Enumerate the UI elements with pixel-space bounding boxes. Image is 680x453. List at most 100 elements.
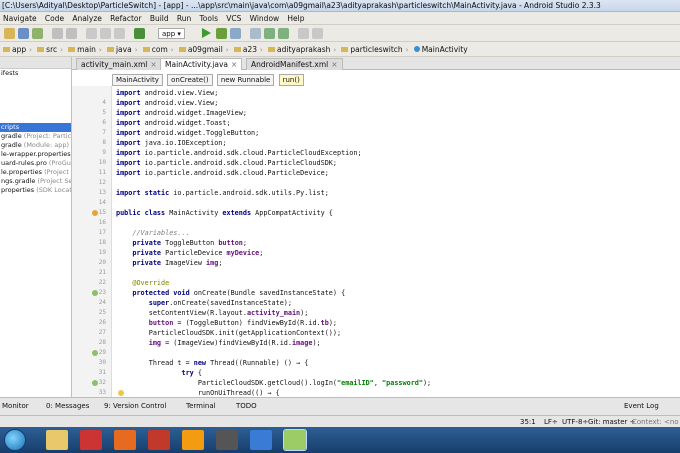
copy-icon[interactable] [100,28,111,39]
pcloud-icon[interactable] [148,430,170,450]
menu-run[interactable]: Run [174,12,194,24]
media-player-icon[interactable] [80,430,102,450]
tree-item[interactable]: le-wrapper.properties (G [0,150,71,159]
profile-icon[interactable] [250,28,261,39]
lightbulb-icon[interactable] [118,390,124,396]
tree-item[interactable] [0,78,71,87]
menu-build[interactable]: Build [147,12,172,24]
code-line[interactable]: ParticleCloudSDK.getCloud().logIn("email… [116,378,431,388]
code-line[interactable]: @Override [116,278,169,288]
line-separator[interactable]: LF÷ [544,418,558,426]
code-line[interactable]: button = (ToggleButton) findViewById(R.i… [116,318,337,328]
breadcrumb-a09gmail[interactable]: a09gmail [176,45,226,54]
breadcrumb-src[interactable]: src [34,45,60,54]
debug-icon[interactable] [216,28,227,39]
method-crumb[interactable]: new Runnable [216,74,275,86]
tree-item[interactable]: properties (SDK Locati [0,186,71,195]
windows-start-icon[interactable] [4,429,26,451]
save-icon[interactable] [18,28,29,39]
menu-analyze[interactable]: Analyze [69,12,105,24]
menu-navigate[interactable]: Navigate [0,12,40,24]
redo-icon[interactable] [66,28,77,39]
tree-item[interactable]: ngs.gradle (Project Sett [0,177,71,186]
code-line[interactable]: private ImageView img; [116,258,222,268]
tree-item[interactable]: cripts [0,123,71,132]
help-icon[interactable] [312,28,323,39]
tool-monitor[interactable]: Monitor [2,402,29,410]
firefox-icon[interactable] [114,430,136,450]
file-encoding[interactable]: UTF-8÷ [562,418,588,426]
tool-version-control[interactable]: 9: Version Control [104,402,166,410]
breadcrumb-app[interactable]: app [0,45,29,54]
make-project-icon[interactable] [134,28,145,39]
override-marker-icon[interactable] [92,290,98,296]
code-line[interactable]: private ParticleDevice myDevice; [116,248,263,258]
tree-item[interactable]: uard-rules.pro (ProGu [0,159,71,168]
code-editor[interactable]: MainActivity onCreate() new Runnable run… [72,70,680,397]
breadcrumb-a23[interactable]: a23 [231,45,260,54]
code-line[interactable]: ParticleCloudSDK.init(getApplicationCont… [116,328,341,338]
terminal-icon[interactable] [250,430,272,450]
code-line[interactable]: public class MainActivity extends AppCom… [116,208,333,218]
module-select[interactable]: app ▾ [158,28,185,39]
undo-icon[interactable] [52,28,63,39]
code-line[interactable]: setContentView(R.layout.activity_main); [116,308,309,318]
android-studio-icon[interactable] [283,429,307,451]
open-icon[interactable] [4,28,15,39]
code-line[interactable]: import android.widget.Toast; [116,118,231,128]
tab-activity-main-xml[interactable]: activity_main.xml × [76,58,162,70]
tree-item[interactable]: gradle (Project: Partic [0,132,71,141]
code-line[interactable]: private ToggleButton button; [116,238,247,248]
tool-messages[interactable]: 0: Messages [46,402,89,410]
tree-item[interactable] [0,96,71,105]
code-line[interactable]: import android.view.View; [116,88,218,98]
close-icon[interactable]: × [150,60,156,69]
code-line[interactable]: Thread t = new Thread((Runnable) () → { [116,358,309,368]
code-line[interactable]: protected void onCreate(Bundle savedInst… [116,288,345,298]
breadcrumb-particleswitch[interactable]: particleswitch [338,45,405,54]
close-icon[interactable]: × [331,60,337,69]
tree-item[interactable] [0,114,71,123]
paste-icon[interactable] [114,28,125,39]
menu-tools[interactable]: Tools [197,12,221,24]
tree-item[interactable]: ifests [0,69,71,78]
breadcrumb-main[interactable]: main [65,45,99,54]
menu-vcs[interactable]: VCS [223,12,244,24]
tab-main-activity-java[interactable]: MainActivity.java × [160,58,243,70]
code-line[interactable]: runOnUiThread(() → { [116,388,280,397]
search-everywhere-icon[interactable] [298,28,309,39]
caret-position[interactable]: 35:1 [520,418,536,426]
menu-code[interactable]: Code [42,12,67,24]
git-branch[interactable]: Git: master ÷ [588,418,635,426]
tree-item[interactable]: le.properties (Project P [0,168,71,177]
sync-icon[interactable] [32,28,43,39]
code-line[interactable]: import android.widget.ImageView; [116,108,247,118]
tool-event-log[interactable]: Event Log [624,402,659,410]
tab-android-manifest-xml[interactable]: AndroidManifest.xml × [246,58,343,70]
code-line[interactable]: import android.widget.ToggleButton; [116,128,259,138]
class-marker-icon[interactable] [92,210,98,216]
menu-window[interactable]: Window [247,12,283,24]
code-line[interactable]: import io.particle.android.sdk.cloud.Par… [116,148,362,158]
method-crumb[interactable]: run() [278,74,304,86]
method-crumb[interactable]: MainActivity [112,74,163,86]
code-line[interactable]: //Variables... [116,228,189,238]
code-line[interactable]: super.onCreate(savedInstanceState); [116,298,292,308]
tree-item[interactable] [0,87,71,96]
code-line[interactable]: import io.particle.android.sdk.cloud.Par… [116,158,337,168]
vlc-icon[interactable] [182,430,204,450]
menu-help[interactable]: Help [284,12,307,24]
lambda-marker-icon[interactable] [92,350,98,356]
tool-terminal[interactable]: Terminal [186,402,216,410]
code-line[interactable]: import static io.particle.android.sdk.ut… [116,188,329,198]
method-crumb[interactable]: onCreate() [167,74,213,86]
code-line[interactable]: img = (ImageView)findViewById(R.id.image… [116,338,321,348]
code-line[interactable]: import java.io.IOException; [116,138,227,148]
sdk-manager-icon[interactable] [278,28,289,39]
close-icon[interactable]: × [231,60,237,69]
menu-refactor[interactable]: Refactor [107,12,144,24]
cut-icon[interactable] [86,28,97,39]
folder-icon[interactable] [46,430,68,450]
lambda-marker-icon[interactable] [92,380,98,386]
code-line[interactable]: try { [116,368,201,378]
